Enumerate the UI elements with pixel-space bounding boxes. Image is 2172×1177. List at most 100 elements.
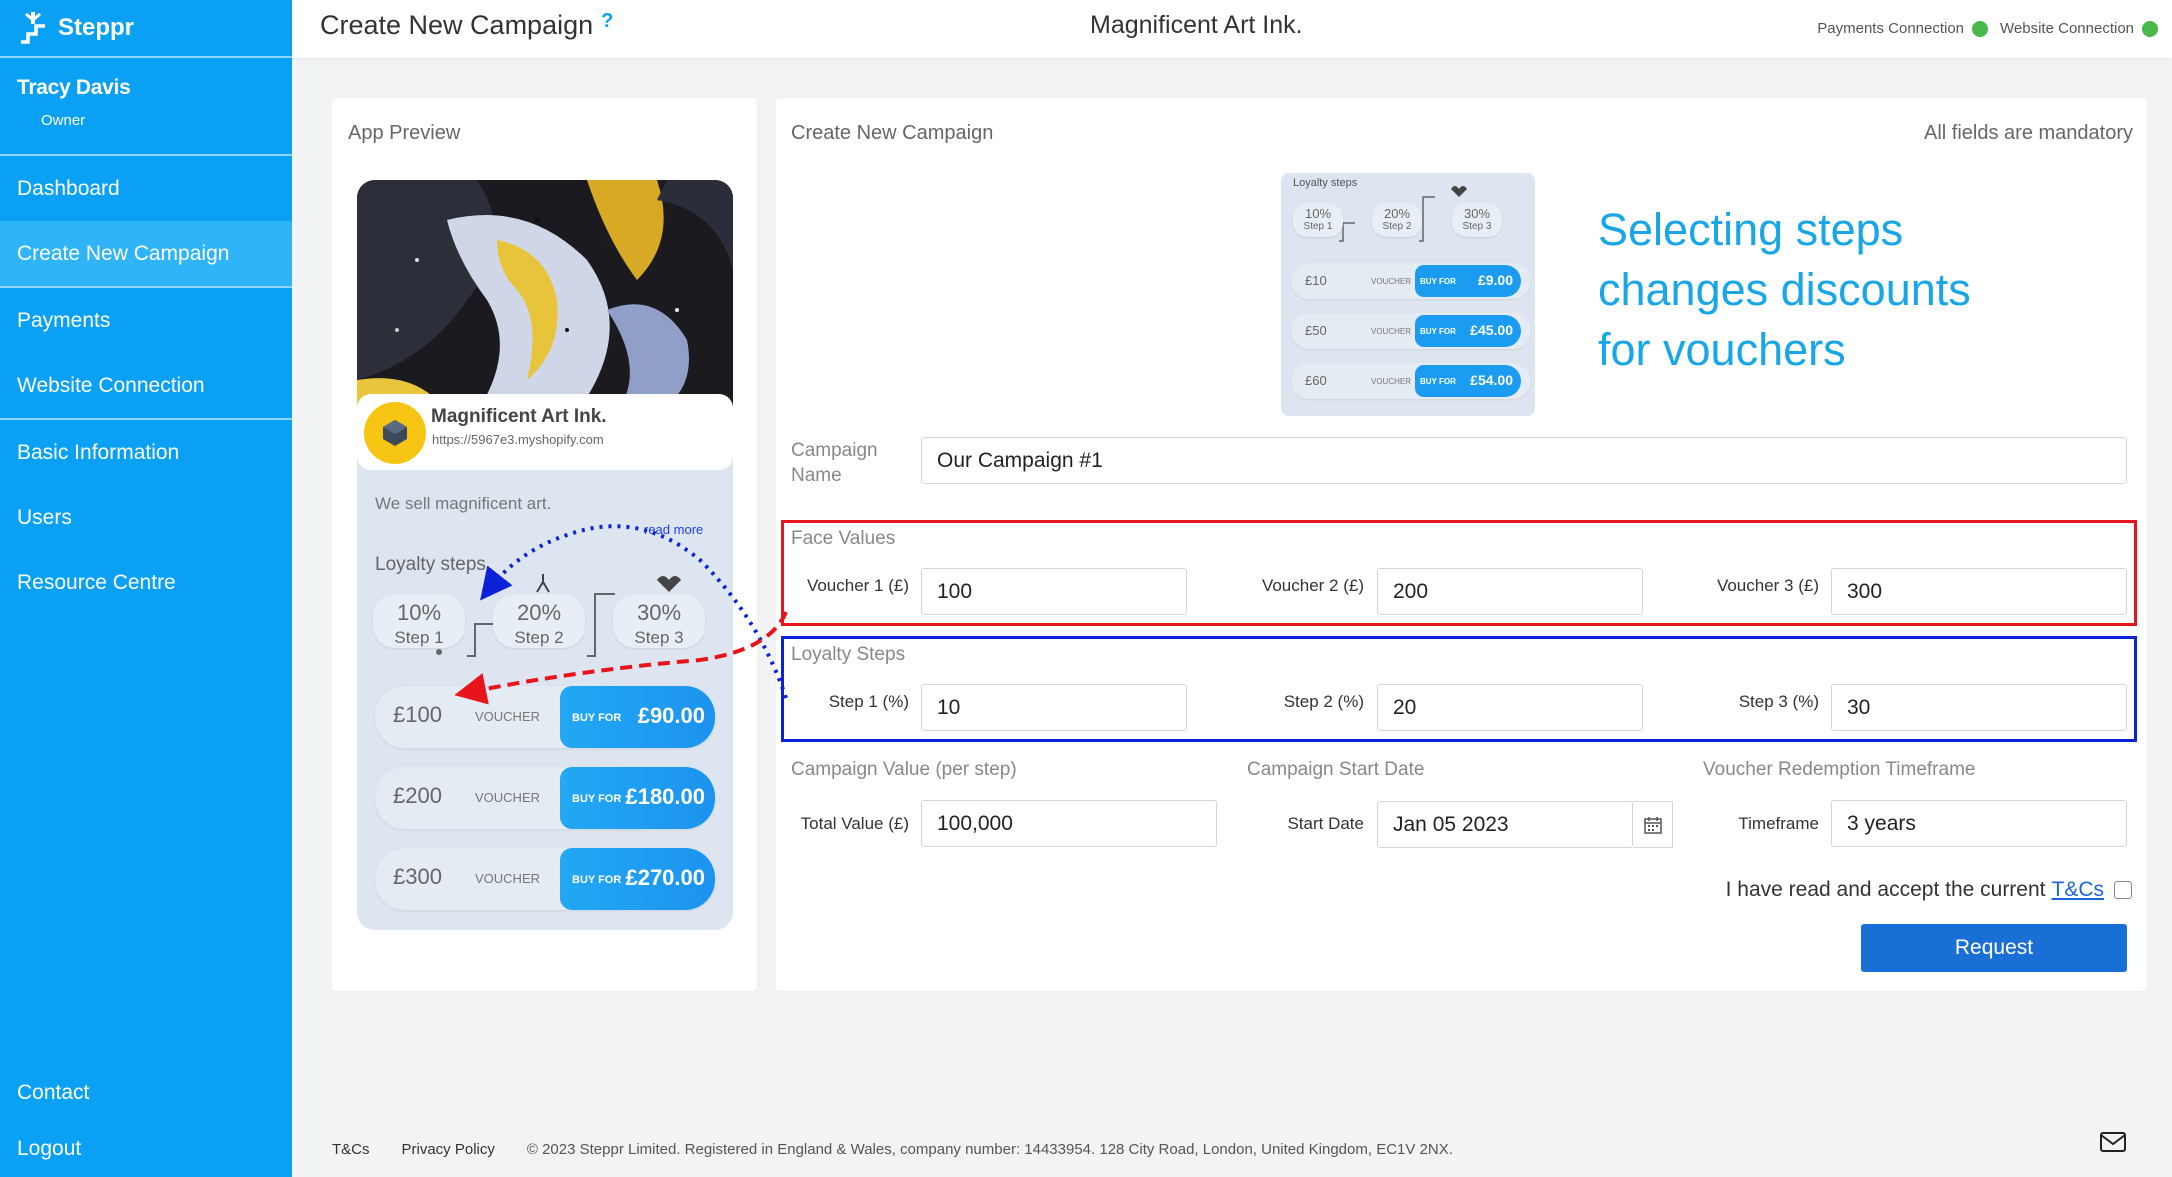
mini-voucher-label: VOUCHER bbox=[1371, 277, 1412, 286]
mail-icon[interactable] bbox=[2100, 1132, 2126, 1152]
preview-step-1[interactable]: 10% Step 1 bbox=[373, 594, 465, 648]
buy-label: BUY FOR bbox=[572, 874, 622, 886]
mini-step-label: Step 1 bbox=[1303, 221, 1333, 232]
payments-connection-label: Payments Connection bbox=[1817, 20, 1965, 37]
voucher-amount: £300 bbox=[393, 864, 442, 889]
sidebar: Steppr Tracy Davis Owner Dashboard Creat… bbox=[0, 0, 292, 1177]
status-ok-icon bbox=[1972, 20, 1989, 37]
user-name: Tracy Davis bbox=[17, 76, 131, 99]
voucher-amount: £200 bbox=[393, 783, 442, 808]
terms-text: I have read and accept the current bbox=[1725, 878, 2046, 901]
sidebar-item-payments[interactable]: Payments bbox=[0, 288, 292, 353]
mini-buy-label: BUY FOR bbox=[1420, 327, 1456, 336]
page-title-text: Create New Campaign bbox=[320, 10, 594, 40]
mini-voucher-3: £60 VOUCHER BUY FOR £54.00 bbox=[1291, 363, 1531, 399]
read-more-link[interactable]: read more bbox=[644, 522, 703, 537]
step-label: Step 2 bbox=[514, 628, 564, 647]
mini-buy-button: BUY FOR £9.00 bbox=[1415, 265, 1521, 297]
mini-buy-button: BUY FOR £54.00 bbox=[1415, 365, 1521, 397]
mini-buy-label: BUY FOR bbox=[1420, 277, 1456, 286]
date-picker-button[interactable] bbox=[1633, 801, 1673, 848]
calendar-icon bbox=[1643, 816, 1662, 834]
terms-checkbox[interactable] bbox=[2114, 881, 2132, 899]
user-role: Owner bbox=[41, 112, 86, 129]
start-date-input[interactable] bbox=[1377, 801, 1633, 848]
voucher-1-input[interactable] bbox=[921, 568, 1187, 615]
nav-group-campaigns: Dashboard Create New Campaign bbox=[0, 156, 292, 288]
campaign-name-input[interactable] bbox=[921, 437, 2127, 484]
sidebar-item-contact[interactable]: Contact bbox=[0, 1065, 292, 1121]
preview-step-2[interactable]: 20% Step 2 bbox=[493, 594, 585, 648]
promo-line: changes discounts bbox=[1598, 264, 1971, 315]
timeframe-input[interactable] bbox=[1831, 800, 2127, 847]
steppr-logo-icon bbox=[21, 12, 45, 44]
sidebar-item-basic-information[interactable]: Basic Information bbox=[0, 420, 292, 485]
sidebar-item-create-new-campaign[interactable]: Create New Campaign bbox=[0, 221, 292, 286]
help-icon[interactable]: ? bbox=[601, 10, 613, 32]
voucher-label: VOUCHER bbox=[475, 871, 541, 886]
campaign-form-card: Create New Campaign All fields are manda… bbox=[776, 98, 2147, 991]
voucher-3-label: Voucher 3 (£) bbox=[1716, 576, 1819, 595]
campaign-name-label: Campaign Name bbox=[791, 440, 878, 486]
mandatory-note: All fields are mandatory bbox=[1924, 122, 2133, 144]
buy-voucher-button[interactable]: BUY FOR £180.00 bbox=[560, 767, 715, 829]
website-connection-status[interactable]: Website Connection bbox=[2000, 20, 2158, 37]
mini-voucher-amount: £60 bbox=[1305, 373, 1327, 388]
sidebar-item-website-connection[interactable]: Website Connection bbox=[0, 353, 292, 418]
preview-step-3[interactable]: 30% Step 3 bbox=[613, 594, 705, 648]
mini-buy-label: BUY FOR bbox=[1420, 377, 1456, 386]
mini-step-percent: 30% bbox=[1463, 206, 1491, 221]
buy-voucher-button[interactable]: BUY FOR £90.00 bbox=[560, 686, 715, 748]
mini-step-percent: 20% bbox=[1383, 206, 1411, 221]
footer-terms-link[interactable]: T&Cs bbox=[332, 1141, 370, 1158]
buy-price: £90.00 bbox=[637, 703, 705, 728]
cube-icon bbox=[383, 420, 407, 446]
terms-agreement: I have read and accept the current T&Cs bbox=[1726, 878, 2132, 902]
footer-copyright: © 2023 Steppr Limited. Registered in Eng… bbox=[526, 1141, 1453, 1158]
voucher-amount: £100 bbox=[393, 702, 442, 727]
sidebar-item-dashboard[interactable]: Dashboard bbox=[0, 156, 292, 221]
page-title: Create New Campaign? bbox=[320, 10, 613, 41]
payments-connection-status[interactable]: Payments Connection bbox=[1817, 20, 1989, 37]
mini-buy-price: £9.00 bbox=[1477, 272, 1513, 288]
step-percent: 30% bbox=[636, 600, 682, 625]
sidebar-item-resource-centre[interactable]: Resource Centre bbox=[0, 550, 292, 615]
shop-url[interactable]: https://5967e3.myshopify.com bbox=[432, 432, 604, 447]
sidebar-item-users[interactable]: Users bbox=[0, 485, 292, 550]
buy-price: £270.00 bbox=[625, 865, 705, 890]
footer-privacy-link[interactable]: Privacy Policy bbox=[402, 1141, 495, 1158]
mini-buy-price: £45.00 bbox=[1470, 322, 1513, 338]
shop-description: We sell magnificent art. bbox=[375, 494, 552, 513]
sidebar-item-logout[interactable]: Logout bbox=[0, 1121, 292, 1177]
sidebar-nav: Dashboard Create New Campaign Payments W… bbox=[0, 156, 292, 615]
step-3-input[interactable] bbox=[1831, 684, 2127, 731]
shop-logo bbox=[364, 402, 426, 464]
app-preview-card: App Preview Magnificent Art Ink. https:/… bbox=[332, 98, 757, 991]
request-button[interactable]: Request bbox=[1861, 924, 2127, 972]
start-date-label: Start Date bbox=[1287, 814, 1364, 833]
terms-link[interactable]: T&Cs bbox=[2052, 878, 2105, 902]
campaign-value-label: Campaign Value (per step) bbox=[791, 759, 1017, 780]
nav-group-settings: Basic Information Users Resource Centre bbox=[0, 420, 292, 615]
example-preview-image: Loyalty steps 10% Step 1 20% Step 2 30% … bbox=[1281, 173, 1535, 416]
mini-step-3: 30% Step 3 bbox=[1452, 203, 1502, 237]
voucher-3-input[interactable] bbox=[1831, 568, 2127, 615]
sidebar-bottom-nav: Contact Logout bbox=[0, 1065, 292, 1177]
buy-label: BUY FOR bbox=[572, 712, 622, 724]
buy-voucher-button[interactable]: BUY FOR £270.00 bbox=[560, 848, 715, 910]
total-value-input[interactable] bbox=[921, 800, 1217, 847]
step-label: Step 1 bbox=[394, 628, 444, 647]
mini-step-label: Step 2 bbox=[1382, 221, 1412, 232]
step-2-input[interactable] bbox=[1377, 684, 1643, 731]
footer: T&Cs Privacy Policy © 2023 Steppr Limite… bbox=[332, 1141, 1485, 1158]
mini-voucher-1: £10 VOUCHER BUY FOR £9.00 bbox=[1291, 263, 1531, 299]
start-date-section-label: Campaign Start Date bbox=[1247, 759, 1425, 780]
voucher-2-input[interactable] bbox=[1377, 568, 1643, 615]
step-1-label: Step 1 (%) bbox=[828, 692, 909, 711]
buy-label: BUY FOR bbox=[572, 793, 622, 805]
step-1-input[interactable] bbox=[921, 684, 1187, 731]
brand[interactable]: Steppr bbox=[0, 0, 292, 58]
timeframe-section-label: Voucher Redemption Timeframe bbox=[1703, 759, 1976, 780]
top-header: Create New Campaign? Magnificent Art Ink… bbox=[292, 0, 2172, 58]
buy-price: £180.00 bbox=[625, 784, 705, 809]
